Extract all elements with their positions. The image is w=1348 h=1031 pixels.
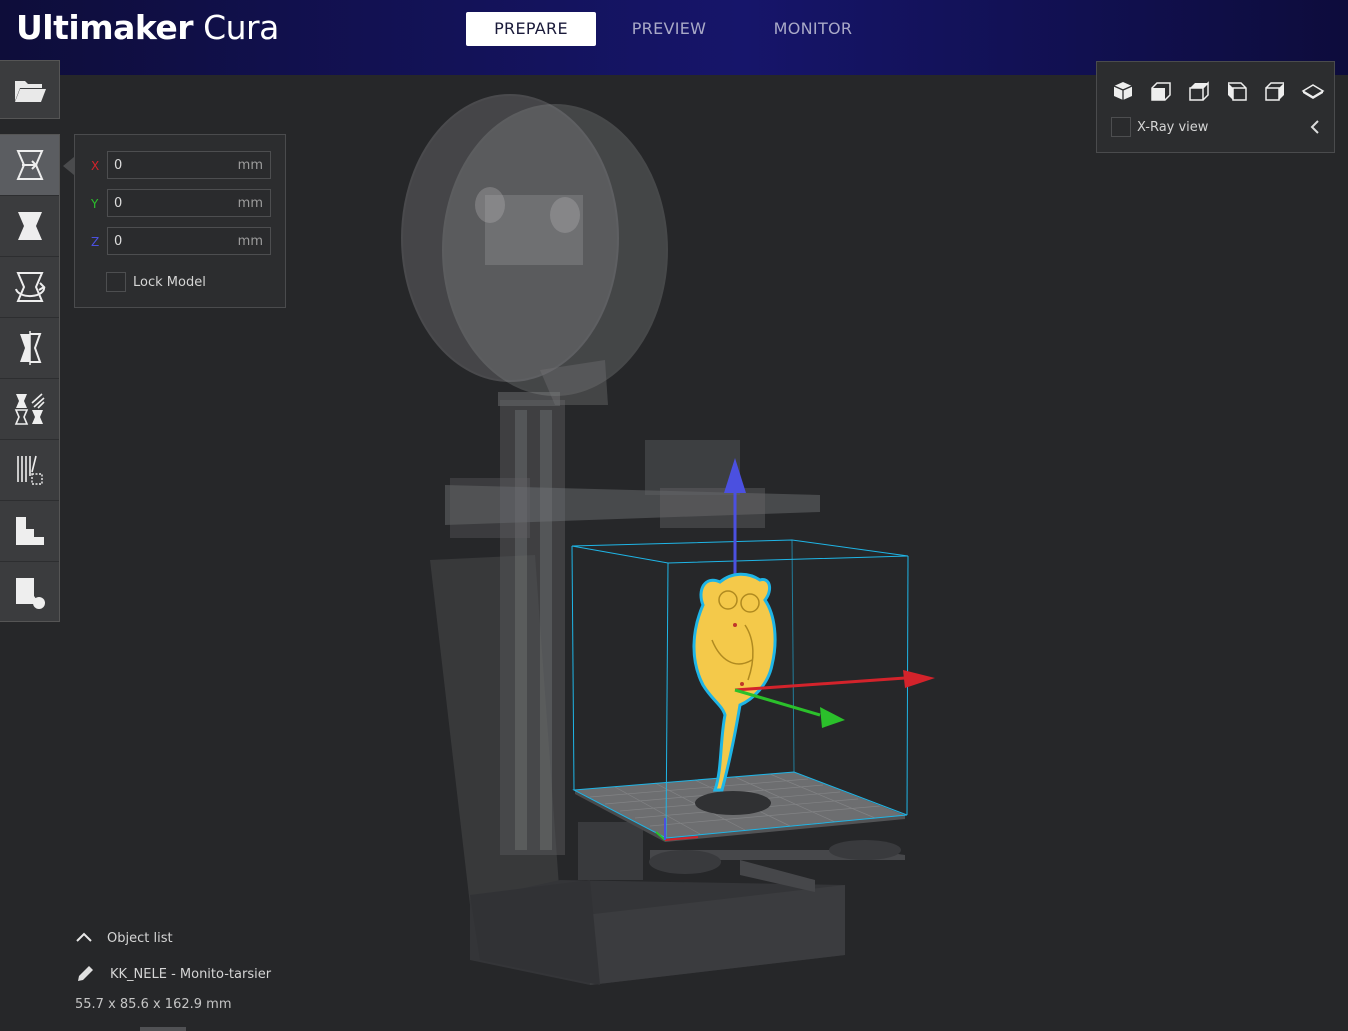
xray-view-checkbox[interactable] [1111,117,1131,137]
x-position-value: 0 [114,158,123,173]
z-axis-label: Z [91,235,100,249]
open-file-button[interactable] [0,60,60,119]
selection-bounding-box [571,539,909,839]
object-dimensions: 55.7 x 85.6 x 162.9 mm [75,997,232,1012]
origin-axes-marker [655,818,699,841]
z-position-unit: mm [237,234,263,249]
rotate-tool[interactable] [0,257,59,318]
x-axis-handle[interactable] [734,670,935,692]
mirror-icon [19,331,41,365]
x-position-field[interactable]: 0 mm [107,151,271,179]
chevron-up-icon[interactable] [75,930,93,944]
chevron-left-icon[interactable] [1307,118,1323,136]
support-blocker-icon [16,455,43,485]
scale-tool[interactable] [0,196,59,257]
layer-view-button[interactable] [1298,76,1328,106]
z-axis-handle[interactable] [724,458,746,690]
front-view-button[interactable] [1146,76,1176,106]
y-position-value: 0 [114,196,123,211]
action-panel-edge [140,1027,186,1031]
right-view-icon [1265,82,1284,101]
x-position-unit: mm [237,158,263,173]
y-position-field[interactable]: 0 mm [107,189,271,217]
left-view-button[interactable] [1222,76,1252,106]
tab-preview[interactable]: PREVIEW [604,12,734,46]
front-view-icon [1151,82,1171,101]
model-tarsier[interactable] [692,572,777,792]
3d-view-icon [1113,82,1133,100]
y-axis-handle[interactable] [734,688,845,728]
object-list-toggle[interactable]: Object list [107,931,173,946]
tab-monitor[interactable]: MONITOR [748,12,878,46]
lay-flat-icon [15,517,44,545]
left-view-icon [1228,82,1247,101]
object-name[interactable]: KK_NELE - Monito-tarsier [110,967,271,982]
z-position-field[interactable]: 0 mm [107,227,271,255]
pencil-icon[interactable] [75,964,95,984]
support-blocker-tool[interactable] [0,440,59,501]
mirror-tool[interactable] [0,318,59,379]
select-face-tool[interactable] [0,562,59,622]
move-panel: X 0 mm Y 0 mm Z 0 mm Lock Model [74,134,286,308]
lock-model-checkbox[interactable] [106,272,126,292]
lay-flat-tool[interactable] [0,501,59,562]
y-position-unit: mm [237,196,263,211]
move-icon [15,150,44,180]
build-plate [575,772,905,842]
select-face-icon [15,578,45,609]
x-axis-label: X [91,159,100,173]
3d-view-button[interactable] [1108,76,1138,106]
z-position-value: 0 [114,234,123,249]
folder-open-icon [0,61,59,119]
per-model-settings-tool[interactable] [0,379,59,440]
top-view-icon [1189,81,1209,101]
lock-model-label: Lock Model [133,275,206,290]
rotate-icon [14,272,46,302]
layer-view-icon [1301,84,1325,99]
per-model-settings-icon [14,393,45,425]
app-logo: Ultimaker Cura [16,8,279,47]
view-orientation-panel: X-Ray view [1096,61,1335,153]
move-tool[interactable] [0,135,59,196]
scale-icon [17,212,42,240]
tab-prepare[interactable]: PREPARE [466,12,596,46]
tool-panel [0,134,60,622]
panel-pointer [63,157,74,175]
xray-view-label: X-Ray view [1137,120,1209,135]
right-view-button[interactable] [1260,76,1290,106]
y-axis-label: Y [91,197,99,211]
top-view-button[interactable] [1184,76,1214,106]
printer-model [401,94,905,985]
